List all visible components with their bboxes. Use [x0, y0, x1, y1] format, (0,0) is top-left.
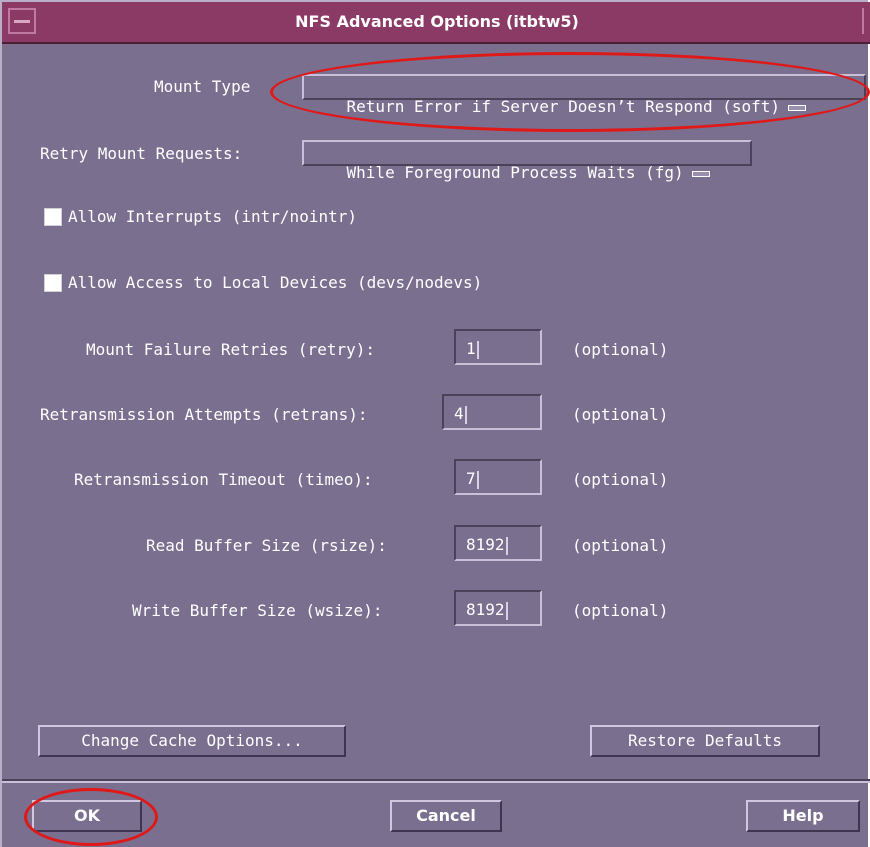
- button-area-separator: [2, 779, 870, 783]
- wsize-value: 8192: [466, 600, 505, 619]
- retry-mount-value: While Foreground Process Waits (fg): [346, 163, 684, 182]
- allow-interrupts-label: Allow Interrupts (intr/nointr): [68, 207, 357, 226]
- timeo-label: Retransmission Timeout (timeo):: [74, 470, 373, 489]
- text-cursor: [505, 601, 508, 620]
- mount-type-select[interactable]: Return Error if Server Doesn’t Respond (…: [302, 74, 866, 116]
- retry-input[interactable]: 1: [454, 329, 542, 365]
- timeo-hint: (optional): [572, 470, 669, 489]
- timeo-input[interactable]: 7: [454, 459, 542, 495]
- allow-interrupts-checkbox[interactable]: [44, 208, 62, 226]
- option-menu-indicator-icon: [691, 170, 710, 177]
- rsize-hint: (optional): [572, 536, 669, 555]
- restore-defaults-button[interactable]: Restore Defaults: [590, 725, 820, 757]
- text-cursor: [476, 340, 479, 359]
- wsize-hint: (optional): [572, 601, 669, 620]
- window-title: NFS Advanced Options (itbtw5): [295, 12, 579, 31]
- option-menu-indicator-icon: [788, 104, 807, 111]
- mount-type-value: Return Error if Server Doesn’t Respond (…: [346, 97, 781, 116]
- retry-mount-label: Retry Mount Requests:: [40, 144, 243, 163]
- text-cursor: [505, 536, 508, 555]
- rsize-label: Read Buffer Size (rsize):: [146, 536, 387, 555]
- help-button[interactable]: Help: [746, 800, 860, 832]
- nfs-advanced-options-dialog: NFS Advanced Options (itbtw5) Mount Type…: [0, 0, 870, 847]
- change-cache-options-button[interactable]: Change Cache Options...: [38, 725, 346, 757]
- ok-button[interactable]: OK: [32, 800, 142, 832]
- timeo-value: 7: [466, 469, 476, 488]
- retrans-input[interactable]: 4: [442, 394, 542, 430]
- text-cursor: [464, 405, 467, 424]
- retry-label: Mount Failure Retries (retry):: [86, 340, 375, 359]
- retry-value: 1: [466, 339, 476, 358]
- maximize-button[interactable]: [862, 8, 870, 34]
- retry-hint: (optional): [572, 340, 669, 359]
- wsize-label: Write Buffer Size (wsize):: [132, 601, 383, 620]
- mount-type-label: Mount Type: [154, 77, 251, 96]
- retry-mount-select[interactable]: While Foreground Process Waits (fg): [302, 140, 752, 182]
- retrans-value: 4: [454, 404, 464, 423]
- rsize-value: 8192: [466, 535, 505, 554]
- title-bar[interactable]: NFS Advanced Options (itbtw5): [2, 2, 870, 44]
- cancel-button[interactable]: Cancel: [390, 800, 502, 832]
- allow-local-devices-checkbox[interactable]: [44, 274, 62, 292]
- retrans-label: Retransmission Attempts (retrans):: [40, 405, 368, 424]
- wsize-input[interactable]: 8192: [454, 590, 542, 626]
- allow-local-devices-label: Allow Access to Local Devices (devs/node…: [68, 273, 483, 292]
- retrans-hint: (optional): [572, 405, 669, 424]
- text-cursor: [476, 470, 479, 489]
- rsize-input[interactable]: 8192: [454, 525, 542, 561]
